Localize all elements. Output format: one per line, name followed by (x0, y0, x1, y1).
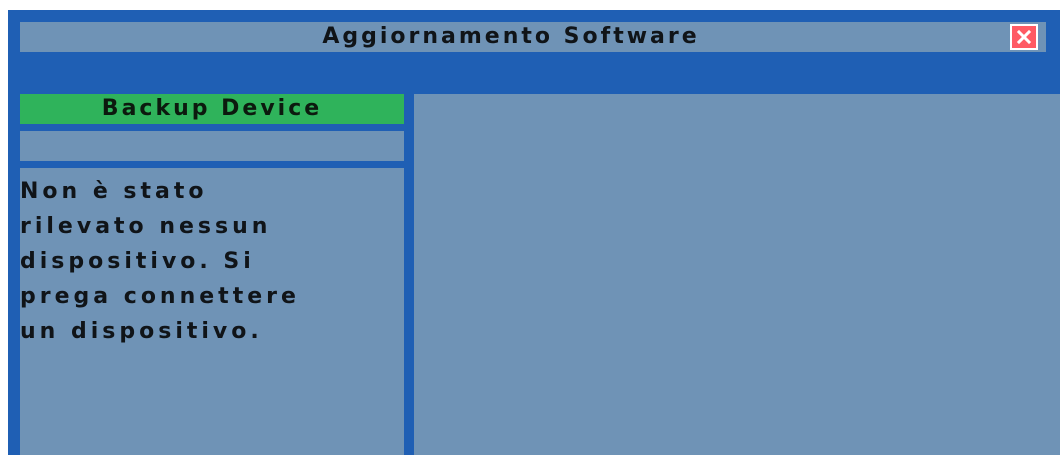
message-box: Non è stato rilevato nessun dispositivo. S… (20, 168, 404, 455)
software-update-window: Aggiornamento Software Backup Device Non… (8, 10, 1060, 455)
no-device-message: Non è stato rilevato nessun dispositivo. S… (20, 174, 400, 349)
device-panel: Backup Device Non è stato rilevato nessun… (20, 94, 404, 455)
message-line: prega connettere (20, 284, 300, 309)
device-selection-field[interactable] (20, 131, 404, 161)
message-line: rilevato nessun (20, 214, 272, 239)
message-line: un dispositivo. (20, 319, 263, 344)
message-line: dispositivo. Si (20, 249, 255, 274)
message-line: Non è stato (20, 179, 208, 204)
content-panel (414, 94, 1060, 455)
close-icon (1016, 29, 1032, 45)
title-bar: Aggiornamento Software (20, 22, 1046, 52)
close-button[interactable] (1010, 24, 1038, 50)
window-title: Aggiornamento Software (322, 24, 700, 49)
backup-device-tab[interactable]: Backup Device (20, 94, 404, 124)
